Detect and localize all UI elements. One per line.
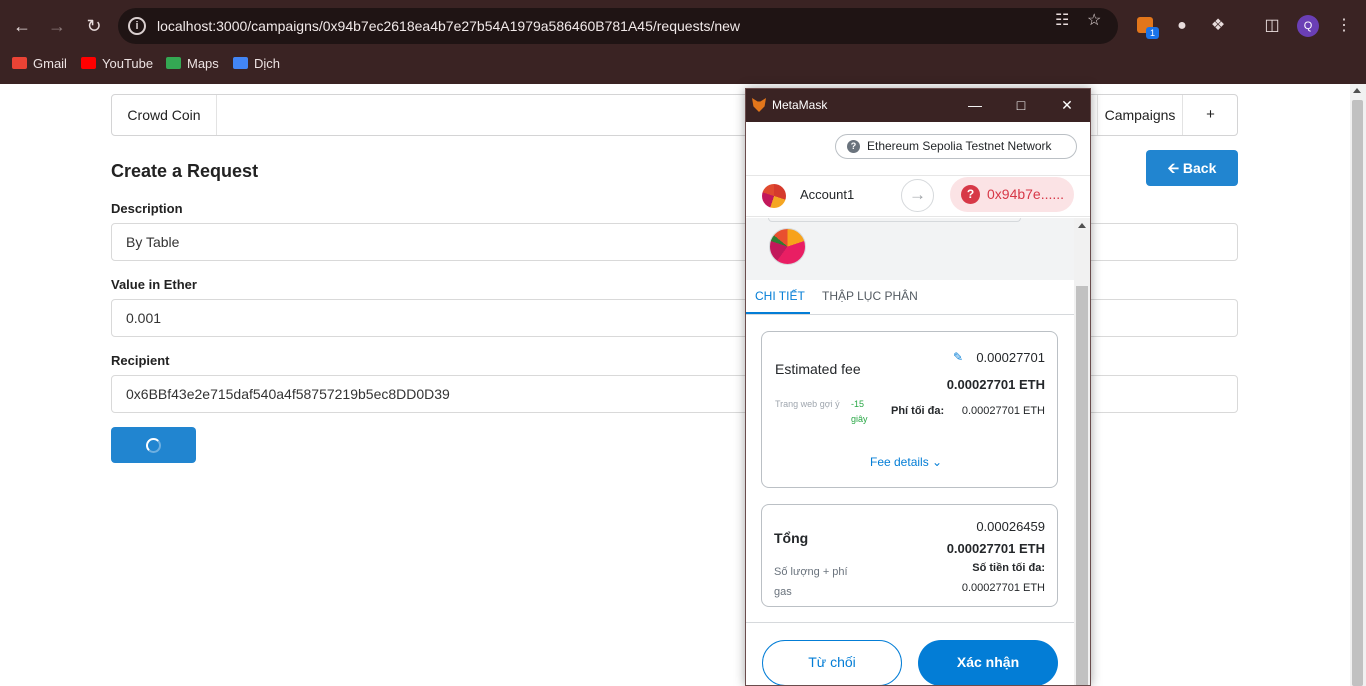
campaigns-link[interactable]: Campaigns — [1097, 95, 1182, 135]
youtube-icon — [81, 57, 96, 69]
estimated-fee-label: Estimated fee — [775, 361, 861, 377]
time-estimate: -15 giây — [851, 399, 868, 424]
tab-hex[interactable]: THẬP LỤC PHÂN — [822, 289, 918, 303]
recipient-pill[interactable]: ? 0x94b7e...... — [950, 177, 1074, 212]
divider — [768, 218, 1021, 222]
site-info-icon[interactable]: i — [128, 17, 146, 35]
create-button-loading[interactable] — [111, 427, 196, 463]
extension-badge: 1 — [1146, 27, 1159, 39]
max-amount-value: 0.00027701 ETH — [961, 582, 1045, 594]
bookmark-youtube[interactable]: YouTube — [81, 55, 153, 73]
translate-icon[interactable]: ☷ — [1055, 10, 1069, 30]
fee-details-link[interactable]: Fee details ⌄ — [870, 455, 942, 469]
total-card: Tổng 0.00026459 0.00027701 ETH Số lượng … — [761, 504, 1058, 607]
scroll-up-arrow-icon[interactable] — [1353, 88, 1361, 93]
metamask-window: MetaMask — □ ✕ ? Ethereum Sepolia Testne… — [745, 88, 1091, 686]
bookmark-star-icon[interactable]: ☆ — [1087, 10, 1101, 30]
question-icon: ? — [847, 140, 860, 153]
maximize-icon[interactable]: □ — [1011, 95, 1031, 115]
active-tab-indicator — [746, 312, 810, 314]
site-suggested-label: Trang web gợi ý — [775, 399, 840, 409]
metamask-scroll-up-icon[interactable] — [1078, 223, 1086, 228]
warning-question-icon: ? — [961, 185, 980, 204]
metamask-title: MetaMask — [772, 98, 828, 112]
max-amount-label: Số tiền tối đa: — [972, 562, 1045, 574]
forward-arrow-icon[interactable]: → — [45, 14, 69, 38]
account-avatar — [762, 184, 786, 208]
bookmark-gmail[interactable]: Gmail — [12, 55, 67, 73]
chevron-down-icon: ⌄ — [932, 455, 943, 469]
confirm-button[interactable]: Xác nhận — [918, 640, 1058, 685]
translate-icon — [233, 57, 248, 69]
max-fee-value: 0.00027701 ETH — [961, 405, 1045, 417]
tab-details[interactable]: CHI TIẾT — [755, 289, 805, 303]
arrow-left-icon: 🡨 — [1167, 160, 1179, 176]
side-panel-icon[interactable]: ◫ — [1262, 16, 1282, 36]
reject-button[interactable]: Từ chối — [762, 640, 902, 685]
gmail-icon — [12, 57, 27, 69]
total-label: Tổng — [774, 530, 809, 546]
page-scrollbar-thumb[interactable] — [1352, 100, 1363, 686]
minimize-icon[interactable]: — — [965, 95, 985, 115]
fee-card: Estimated fee ✎ 0.00027701 0.00027701 ET… — [761, 331, 1058, 488]
url-text[interactable]: localhost:3000/campaigns/0x94b7ec2618ea4… — [157, 18, 740, 34]
extension-icon[interactable]: ● — [1172, 16, 1192, 36]
menu-dots-icon[interactable]: ⋮ — [1334, 16, 1354, 36]
reload-icon[interactable]: ↻ — [82, 14, 106, 38]
total-value-eth: 0.00027701 ETH — [946, 541, 1045, 556]
extensions-puzzle-icon[interactable]: ❖ — [1208, 16, 1228, 36]
footer-divider — [746, 622, 1074, 623]
account-name[interactable]: Account1 — [800, 187, 854, 202]
profile-avatar[interactable]: Q — [1297, 15, 1319, 37]
description-label: Description — [111, 201, 183, 216]
loading-spinner-icon — [146, 438, 161, 453]
fee-edit-value[interactable]: 0.00027701 — [976, 350, 1045, 365]
fee-value-eth: 0.00027701 ETH — [946, 377, 1045, 392]
recipient-label: Recipient — [111, 353, 170, 368]
new-campaign-button[interactable]: + — [1182, 95, 1238, 135]
back-arrow-icon[interactable]: ← — [10, 14, 34, 38]
amount-gas-label: Số lượng + phí gas — [774, 566, 848, 598]
brand-link[interactable]: Crowd Coin — [112, 95, 217, 135]
total-amount: 0.00026459 — [976, 519, 1045, 534]
arrow-right-icon: → — [901, 179, 934, 212]
metamask-scrollbar-thumb[interactable] — [1076, 286, 1088, 685]
page-title: Create a Request — [111, 161, 259, 181]
close-icon[interactable]: ✕ — [1057, 95, 1077, 115]
back-button[interactable]: 🡨 Back — [1146, 150, 1238, 186]
address-bar[interactable]: i localhost:3000/campaigns/0x94b7ec2618e… — [118, 8, 1118, 44]
value-label: Value in Ether — [111, 277, 197, 292]
network-selector[interactable]: ? Ethereum Sepolia Testnet Network — [835, 134, 1077, 159]
bookmark-translate[interactable]: Dịch — [233, 55, 280, 73]
bookmark-maps[interactable]: Maps — [166, 55, 219, 73]
edit-pencil-icon[interactable]: ✎ — [953, 351, 965, 363]
maps-icon — [166, 57, 181, 69]
site-avatar — [769, 228, 806, 265]
max-fee-label: Phí tối đa: — [891, 405, 945, 417]
